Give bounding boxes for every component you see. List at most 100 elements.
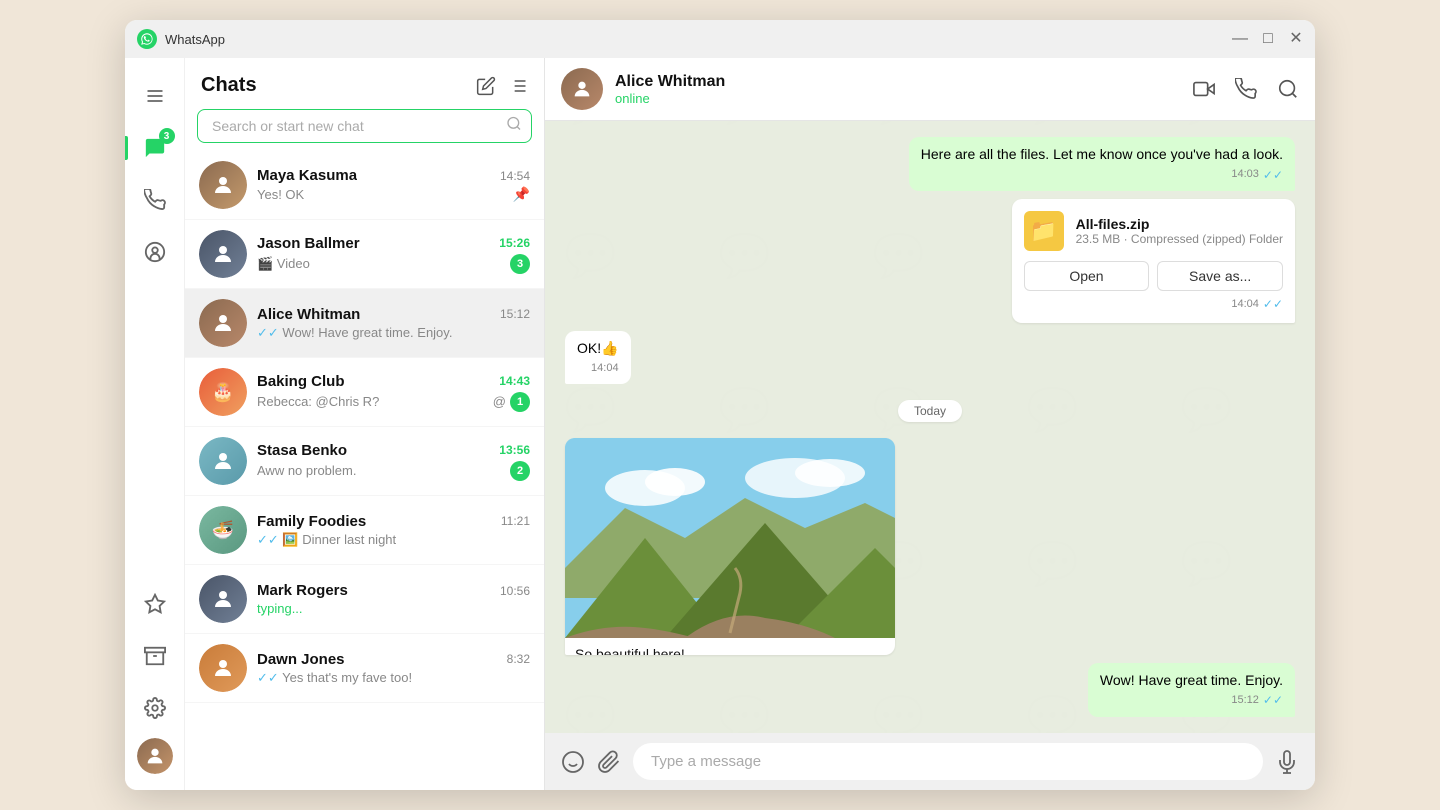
minimize-button[interactable]: — [1233, 32, 1247, 46]
maximize-button[interactable]: □ [1261, 32, 1275, 46]
search-input[interactable] [197, 109, 532, 143]
mark-avatar [199, 575, 247, 623]
sidebar-menu-button[interactable] [133, 74, 177, 118]
saveas-file-button[interactable]: Save as... [1157, 261, 1283, 291]
jason-preview: 🎬 Video [257, 256, 310, 272]
jason-name: Jason Ballmer [257, 235, 360, 252]
dawn-preview: ✓✓ Yes that's my fave too! [257, 670, 412, 686]
msg-image-1: So beautiful here! 15:06 ❤️ [565, 438, 895, 654]
attach-button[interactable] [597, 750, 621, 774]
search-box [197, 109, 532, 143]
active-indicator [125, 136, 128, 160]
open-file-button[interactable]: Open [1024, 261, 1150, 291]
sidebar-item-chats[interactable]: 3 [133, 126, 177, 170]
status-icon [144, 241, 166, 263]
new-chat-icon[interactable] [476, 76, 496, 96]
emoji-icon [561, 750, 585, 774]
mark-avatar-icon [211, 587, 235, 611]
msg-file-1: 📁 All-files.zip 23.5 MB · Compressed (zi… [1012, 199, 1295, 323]
maya-avatar [199, 161, 247, 209]
alice-avatar [199, 299, 247, 347]
chat-item-maya[interactable]: Maya Kasuma 14:54 Yes! OK 📌 [185, 151, 544, 220]
sidebar-item-archived[interactable] [133, 634, 177, 678]
chat-item-jason[interactable]: Jason Ballmer 15:26 🎬 Video 3 [185, 220, 544, 289]
jason-badge: 3 [510, 254, 530, 274]
family-avatar: 🍜 [199, 506, 247, 554]
baking-avatar: 🎂 [199, 368, 247, 416]
file-name: All-files.zip [1076, 216, 1283, 232]
stasa-name: Stasa Benko [257, 442, 347, 459]
alice-avatar-icon [211, 311, 235, 335]
attach-icon [597, 750, 621, 774]
baking-badge: 1 [510, 392, 530, 412]
maya-preview: Yes! OK [257, 187, 304, 202]
stasa-preview: Aww no problem. [257, 463, 356, 478]
sidebar-item-calls[interactable] [133, 178, 177, 222]
contact-name: Alice Whitman [615, 73, 725, 91]
chat-list-header: Chats [185, 58, 544, 105]
family-time: 11:21 [501, 514, 530, 528]
alice-time: 15:12 [500, 307, 530, 321]
dawn-name: Dawn Jones [257, 651, 345, 668]
user-avatar-img [137, 738, 173, 774]
file-tick: ✓✓ [1263, 297, 1283, 311]
message-input[interactable] [633, 743, 1263, 780]
chat-list-actions [476, 76, 528, 96]
sidebar: 3 [125, 58, 185, 790]
search-chat-icon[interactable] [1277, 78, 1299, 100]
stasa-info: Stasa Benko 13:56 Aww no problem. 2 [257, 442, 530, 481]
filter-icon[interactable] [508, 76, 528, 96]
chat-item-baking[interactable]: 🎂 Baking Club 14:43 Rebecca: @Chris R? @… [185, 358, 544, 427]
chat-item-dawn[interactable]: Dawn Jones 8:32 ✓✓ Yes that's my fave to… [185, 634, 544, 703]
chat-item-stasa[interactable]: Stasa Benko 13:56 Aww no problem. 2 [185, 427, 544, 496]
alice-name: Alice Whitman [257, 306, 360, 323]
family-preview: ✓✓ 🖼️ Dinner last night [257, 532, 396, 548]
msg-tick: ✓✓ [1263, 692, 1283, 709]
whatsapp-logo-icon [137, 29, 157, 49]
chat-header-left: Alice Whitman online [561, 68, 725, 110]
chat-item-alice[interactable]: Alice Whitman 15:12 ✓✓ Wow! Have great t… [185, 289, 544, 358]
alice-preview: ✓✓ Wow! Have great time. Enjoy. [257, 325, 452, 341]
baking-time: 14:43 [499, 374, 530, 388]
msg-received-1: OK!👍 14:04 [565, 331, 631, 384]
sidebar-bottom [133, 582, 177, 774]
msg-sent-1: Here are all the files. Let me know once… [909, 137, 1295, 191]
msg-tick: ✓✓ [1263, 167, 1283, 184]
stasa-avatar-icon [211, 449, 235, 473]
close-button[interactable]: ✕ [1289, 32, 1303, 46]
image-caption: So beautiful here! 15:06 [565, 638, 895, 654]
chat-item-family[interactable]: 🍜 Family Foodies 11:21 ✓✓ 🖼️ Dinner last… [185, 496, 544, 565]
voice-call-icon[interactable] [1235, 78, 1257, 100]
chat-list-panel: Chats [185, 58, 545, 790]
mark-name: Mark Rogers [257, 582, 348, 599]
app-body: 3 [125, 58, 1315, 790]
sidebar-item-starred[interactable] [133, 582, 177, 626]
chat-main: 💬 🌿 Alice Whitman online [545, 58, 1315, 790]
family-info: Family Foodies 11:21 ✓✓ 🖼️ Dinner last n… [257, 513, 530, 548]
contact-status: online [615, 91, 725, 106]
search-magnifier-icon [506, 116, 522, 132]
msg-text: Here are all the files. Let me know once… [921, 146, 1283, 162]
avatar-person-icon [144, 745, 166, 767]
sidebar-item-settings[interactable] [133, 686, 177, 730]
jason-info: Jason Ballmer 15:26 🎬 Video 3 [257, 235, 530, 274]
title-bar: WhatsApp — □ ✕ [125, 20, 1315, 58]
video-call-icon[interactable] [1193, 78, 1215, 100]
maya-pin-icon: 📌 [513, 186, 530, 203]
archive-icon [144, 645, 166, 667]
user-avatar[interactable] [137, 738, 173, 774]
microphone-icon [1275, 750, 1299, 774]
msg-time: 14:04 [591, 361, 619, 376]
voice-button[interactable] [1275, 750, 1299, 774]
chat-contact-avatar[interactable] [561, 68, 603, 110]
date-divider: Today [898, 400, 962, 422]
sidebar-item-status[interactable] [133, 230, 177, 274]
stasa-badge: 2 [510, 461, 530, 481]
input-bar [545, 733, 1315, 790]
chat-contact-info: Alice Whitman online [615, 73, 725, 106]
chat-list: Maya Kasuma 14:54 Yes! OK 📌 [185, 151, 544, 790]
chat-item-mark[interactable]: Mark Rogers 10:56 typing... [185, 565, 544, 634]
mark-preview: typing... [257, 601, 303, 616]
file-time: 14:04 [1231, 298, 1259, 310]
emoji-button[interactable] [561, 750, 585, 774]
